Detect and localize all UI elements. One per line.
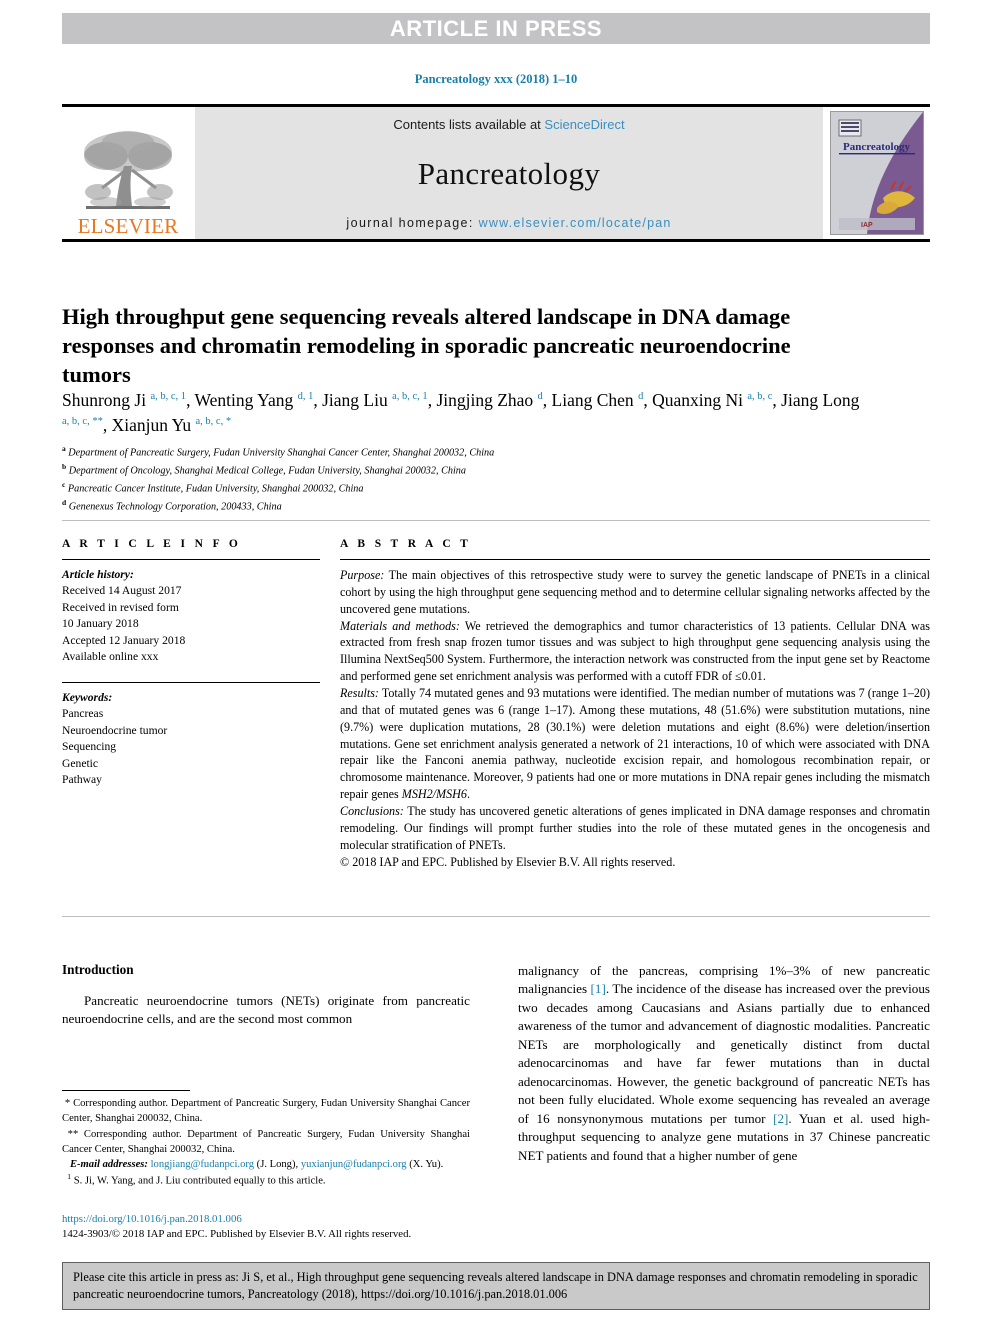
affiliation-mark: b [62, 462, 67, 472]
email-link-1[interactable]: longjiang@fudanpci.org [151, 1159, 254, 1170]
contents-prefix: Contents lists available at [393, 117, 545, 132]
abstract-conclusions-text: The study has uncovered genetic alterati… [340, 804, 930, 852]
footnote-text-1: Corresponding author. Department of Panc… [62, 1098, 470, 1125]
citation-footer: Please cite this article in press as: Ji… [62, 1262, 930, 1310]
article-history-items: Received 14 August 2017 Received in revis… [62, 583, 320, 665]
email-owner-2: (X. Yu). [406, 1159, 444, 1170]
abstract-purpose: Purpose: The main objectives of this ret… [340, 567, 930, 618]
footnote-emails: E-mail addresses: longjiang@fudanpci.org… [62, 1157, 470, 1172]
journal-homepage-line: journal homepage: www.elsevier.com/locat… [346, 216, 671, 230]
introduction-paragraph-right: malignancy of the pancreas, comprising 1… [518, 962, 930, 1165]
footnote-corresponding-1: * Corresponding author. Department of Pa… [62, 1096, 470, 1127]
article-history-item: Received 14 August 2017 [62, 584, 182, 598]
journal-title: Pancreatology [417, 156, 601, 191]
keyword-items: Pancreas Neuroendocrine tumor Sequencing Ge… [62, 706, 320, 788]
article-history-item: Available online xxx [62, 650, 159, 664]
article-info-heading: A R T I C L E I N F O [62, 538, 242, 550]
email-link-2[interactable]: yuxianjun@fudanpci.org [301, 1159, 407, 1170]
doi-block: https://doi.org/10.1016/j.pan.2018.01.00… [62, 1212, 470, 1243]
article-in-press-label: ARTICLE IN PRESS [389, 15, 603, 41]
affiliation-item: a Department of Pancreatic Surgery, Fuda… [62, 444, 495, 459]
contents-list-line: Contents lists available at ScienceDirec… [393, 117, 624, 132]
abstract-results-text-1: Totally 74 mutated genes and 93 mutation… [340, 686, 930, 802]
masthead-center: Contents lists available at ScienceDirec… [194, 107, 824, 239]
introduction-heading: Introduction [62, 962, 134, 977]
homepage-prefix: journal homepage: [346, 216, 479, 230]
email-addresses-label: E-mail addresses: [69, 1159, 148, 1170]
keywords-rule [62, 681, 320, 683]
journal-cover-container: Pancreatology IAP [824, 107, 930, 239]
abstract-purpose-label: Purpose: [340, 568, 385, 582]
citation-ref-1[interactable]: [1] [591, 981, 606, 996]
journal-cover-thumbnail: Pancreatology IAP [830, 111, 924, 235]
abstract-results-genes: MSH2/MSH6 [401, 787, 467, 802]
affiliation-item: c Pancreatic Cancer Institute, Fudan Uni… [62, 480, 364, 495]
abstract-purpose-text: The main objectives of this retrospectiv… [340, 568, 930, 616]
journal-masthead: ELSEVIER Contents lists available at Sci… [62, 104, 930, 242]
elsevier-logo: ELSEVIER [62, 107, 194, 239]
affiliation-list: a Department of Pancreatic Surgery, Fuda… [62, 443, 862, 515]
abstract-methods: Materials and methods: We retrieved the … [340, 618, 930, 685]
page-title: High throughput gene sequencing reveals … [62, 304, 791, 387]
elsevier-tree-icon [76, 126, 180, 218]
sciencedirect-link[interactable]: ScienceDirect [544, 117, 624, 132]
abstract-column: A B S T R A C T Purpose: The main object… [340, 538, 930, 870]
article-history-item: 10 January 2018 [62, 617, 139, 631]
keywords-block: Keywords: Pancreas Neuroendocrine tumor Se… [62, 690, 320, 789]
footnotes-block: * Corresponding author. Department of Pa… [62, 1090, 470, 1189]
abstract-methods-label: Materials and methods: [340, 618, 460, 633]
keyword-item: Neuroendocrine tumor [62, 723, 168, 737]
svg-text:Pancreatology: Pancreatology [843, 141, 911, 153]
citation-ref-2[interactable]: [2] [773, 1111, 788, 1126]
footnote-mark-2: ** [67, 1128, 79, 1140]
keyword-item: Pathway [62, 772, 102, 786]
affiliation-item: d Genenexus Technology Corporation, 2004… [62, 498, 282, 513]
intro-right-text-b: . The incidence of the disease has incre… [518, 981, 930, 1126]
info-block-bottom-rule [62, 916, 930, 917]
article-first-page: ARTICLE IN PRESS Pancreatology xxx (2018… [0, 0, 992, 1323]
svg-text:IAP: IAP [861, 222, 873, 229]
article-info-column: A R T I C L E I N F O Article history: R… [62, 538, 320, 788]
introduction-left-column: Introduction Pancreatic neuroendocrine t… [62, 962, 470, 1029]
footnote-equal-text: S. Ji, W. Yang, and J. Liu contributed e… [71, 1175, 326, 1187]
keyword-item: Genetic [62, 756, 99, 770]
keyword-item: Pancreas [62, 707, 104, 721]
abstract-results: Results: Totally 74 mutated genes and 93… [340, 685, 930, 803]
abstract-conclusions: Conclusions: The study has uncovered gen… [340, 803, 930, 854]
abstract-body: Purpose: The main objectives of this ret… [340, 567, 930, 870]
abstract-conclusions-label: Conclusions: [340, 804, 404, 819]
footnote-separator-rule [62, 1090, 190, 1091]
abstract-heading: A B S T R A C T [340, 538, 472, 550]
abstract-copyright: © 2018 IAP and EPC. Published by Elsevie… [340, 854, 676, 869]
article-info-rule [62, 559, 320, 560]
elsevier-wordmark: ELSEVIER [77, 214, 179, 238]
affiliation-mark: c [62, 480, 66, 490]
article-history-block: Article history: Received 14 August 2017… [62, 567, 320, 666]
article-history-item: Received in revised form [62, 600, 179, 614]
info-block-top-rule [62, 520, 930, 521]
article-history-item: Accepted 12 January 2018 [62, 633, 186, 647]
keywords-label: Keywords: [62, 690, 113, 704]
affiliation-mark: d [62, 498, 67, 508]
affiliation-mark: a [62, 444, 66, 453]
footnote-text-2: Corresponding author. Department of Panc… [62, 1128, 470, 1155]
journal-homepage-link[interactable]: www.elsevier.com/locate/pan [479, 216, 672, 230]
email-owner-1: (J. Long), [254, 1159, 301, 1170]
abstract-results-label: Results: [340, 686, 379, 701]
introduction-paragraph-left: Pancreatic neuroendocrine tumors (NETs) … [62, 993, 470, 1027]
author-list: Shunrong Ji a, b, c, 1, Wenting Yang d, … [62, 390, 860, 435]
keyword-item: Sequencing [62, 740, 117, 754]
introduction-right-column: malignancy of the pancreas, comprising 1… [518, 962, 930, 1165]
abstract-results-text-2: . [466, 787, 470, 802]
running-head: Pancreatology xxx (2018) 1–10 [414, 72, 578, 86]
abstract-rule [340, 559, 930, 560]
footnote-corresponding-2: ** Corresponding author. Department of P… [62, 1127, 470, 1158]
footnote-equal-contribution: 1 S. Ji, W. Yang, and J. Liu contributed… [62, 1172, 470, 1189]
doi-link[interactable]: https://doi.org/10.1016/j.pan.2018.01.00… [62, 1212, 470, 1227]
affiliation-item: b Department of Oncology, Shanghai Medic… [62, 462, 466, 477]
issn-copyright-line: 1424-3903/© 2018 IAP and EPC. Published … [62, 1228, 412, 1241]
article-in-press-banner: ARTICLE IN PRESS [62, 13, 930, 44]
article-history-label: Article history: [62, 568, 134, 581]
